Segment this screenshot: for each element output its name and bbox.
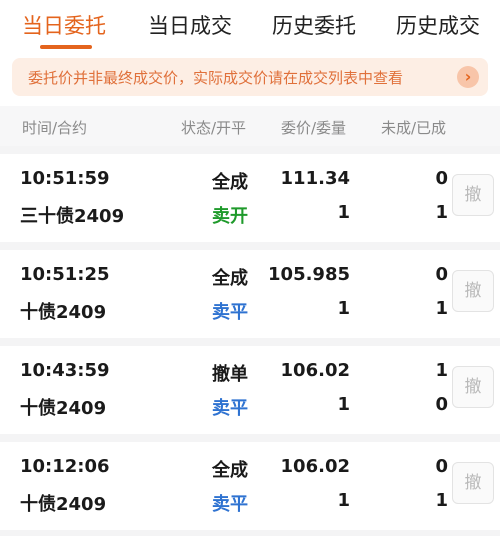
header-status-open-close: 状态/开平 bbox=[181, 119, 247, 137]
filled-qty: 1 bbox=[435, 202, 448, 223]
chevron-right-icon[interactable]: › bbox=[457, 66, 479, 88]
unfilled-qty: 0 bbox=[435, 168, 448, 189]
filled-qty: 1 bbox=[435, 490, 448, 511]
order-time: 10:51:25 bbox=[20, 264, 110, 285]
row-divider bbox=[0, 242, 500, 250]
order-action: 卖平 bbox=[212, 398, 248, 419]
contract-name: 十债2409 bbox=[20, 398, 107, 419]
row-divider bbox=[0, 146, 500, 154]
filled-qty: 0 bbox=[435, 394, 448, 415]
order-tabs: 当日委托 当日成交 历史委托 历史成交 bbox=[0, 0, 500, 50]
row-divider bbox=[0, 530, 500, 536]
table-row[interactable]: 10:43:59 十债2409 撤单 卖平 106.02 1 1 0 撤 bbox=[0, 346, 500, 434]
contract-name: 三十债2409 bbox=[20, 206, 125, 227]
order-status: 撤单 bbox=[212, 364, 248, 385]
tab-history-trades[interactable]: 历史成交 bbox=[396, 10, 480, 40]
unfilled-qty: 1 bbox=[435, 360, 448, 381]
notice-text: 委托价并非最终成交价，实际成交价请在成交列表中查看 bbox=[28, 69, 404, 87]
order-time: 10:43:59 bbox=[20, 360, 110, 381]
table-row[interactable]: 10:12:06 十债2409 全成 卖平 106.02 1 0 1 撤 bbox=[0, 442, 500, 530]
order-status: 全成 bbox=[212, 172, 248, 193]
unfilled-qty: 0 bbox=[435, 456, 448, 477]
order-action: 卖开 bbox=[212, 206, 248, 227]
order-time: 10:51:59 bbox=[20, 168, 110, 189]
cancel-order-button[interactable]: 撤 bbox=[452, 270, 494, 312]
contract-name: 十债2409 bbox=[20, 494, 107, 515]
header-time-contract: 时间/合约 bbox=[22, 119, 88, 137]
order-price: 111.34 bbox=[280, 168, 350, 189]
order-action: 卖平 bbox=[212, 302, 248, 323]
cancel-order-button[interactable]: 撤 bbox=[452, 462, 494, 504]
header-price-qty: 委价/委量 bbox=[281, 119, 347, 137]
tab-today-trades[interactable]: 当日成交 bbox=[148, 10, 232, 40]
cancel-order-button[interactable]: 撤 bbox=[452, 366, 494, 408]
order-status: 全成 bbox=[212, 268, 248, 289]
row-divider bbox=[0, 434, 500, 442]
order-price: 106.02 bbox=[280, 360, 350, 381]
cancel-order-button[interactable]: 撤 bbox=[452, 174, 494, 216]
tab-today-orders[interactable]: 当日委托 bbox=[22, 10, 106, 40]
price-notice-banner[interactable]: 委托价并非最终成交价，实际成交价请在成交列表中查看 › bbox=[12, 58, 488, 96]
table-header: 时间/合约 状态/开平 委价/委量 未成/已成 bbox=[0, 106, 500, 146]
order-status: 全成 bbox=[212, 460, 248, 481]
order-time: 10:12:06 bbox=[20, 456, 110, 477]
active-tab-indicator bbox=[40, 45, 92, 49]
table-row[interactable]: 10:51:59 三十债2409 全成 卖开 111.34 1 0 1 撤 bbox=[0, 154, 500, 242]
contract-name: 十债2409 bbox=[20, 302, 107, 323]
filled-qty: 1 bbox=[435, 298, 448, 319]
order-price: 106.02 bbox=[280, 456, 350, 477]
order-action: 卖平 bbox=[212, 494, 248, 515]
row-divider bbox=[0, 338, 500, 346]
header-unfilled-filled: 未成/已成 bbox=[381, 119, 447, 137]
tab-history-orders[interactable]: 历史委托 bbox=[272, 10, 356, 40]
order-price: 105.985 bbox=[268, 264, 350, 285]
order-qty: 1 bbox=[337, 394, 350, 415]
order-qty: 1 bbox=[337, 490, 350, 511]
order-qty: 1 bbox=[337, 202, 350, 223]
order-qty: 1 bbox=[337, 298, 350, 319]
table-row[interactable]: 10:51:25 十债2409 全成 卖平 105.985 1 0 1 撤 bbox=[0, 250, 500, 338]
unfilled-qty: 0 bbox=[435, 264, 448, 285]
